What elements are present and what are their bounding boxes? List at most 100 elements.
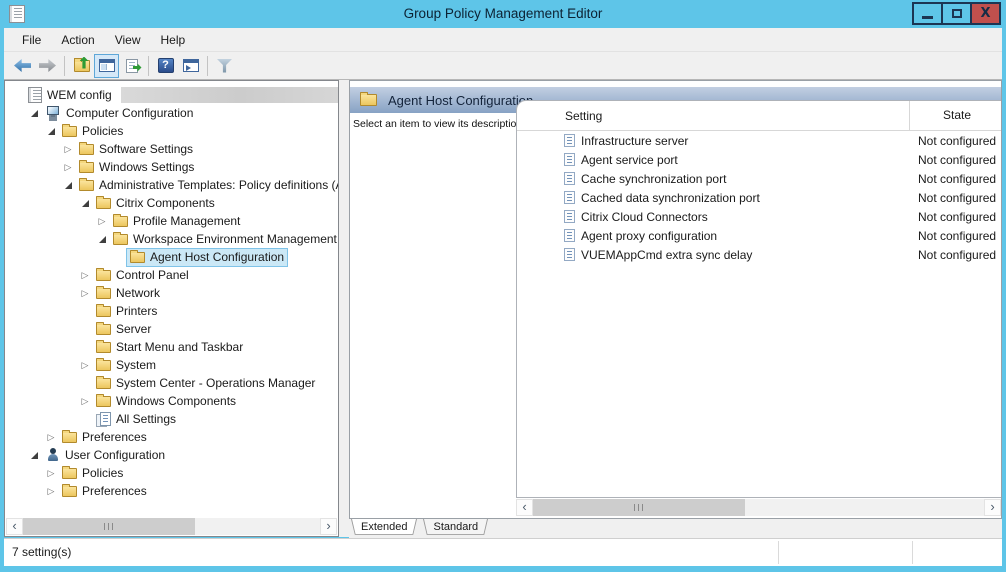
tree-item-control-panel[interactable]: ▷Control Panel bbox=[5, 266, 338, 284]
setting-name: Agent proxy configuration bbox=[581, 229, 717, 243]
expand-icon[interactable]: ▷ bbox=[43, 468, 59, 479]
collapse-icon[interactable] bbox=[94, 236, 110, 243]
status-divider bbox=[778, 541, 779, 564]
forward-button[interactable] bbox=[35, 54, 60, 78]
setting-name: Citrix Cloud Connectors bbox=[581, 210, 708, 224]
folder-icon bbox=[62, 126, 77, 137]
tree-item-network[interactable]: ▷ Network bbox=[5, 284, 338, 302]
tree-item-wem-config[interactable]: WEM config bbox=[5, 86, 338, 104]
tree-item-printers[interactable]: Printers bbox=[5, 302, 338, 320]
expand-icon[interactable]: ▷ bbox=[60, 162, 76, 173]
collapse-icon[interactable] bbox=[43, 128, 59, 135]
menu-view[interactable]: View bbox=[105, 33, 151, 47]
title-bar[interactable]: Group Policy Management Editor X bbox=[0, 0, 1006, 28]
setting-row[interactable]: Agent proxy configurationNot configured bbox=[517, 226, 1002, 245]
show-action-pane-button[interactable] bbox=[178, 54, 203, 78]
expand-icon[interactable]: ▷ bbox=[60, 144, 76, 155]
tree-item-administrative-templates-policy-definitions-ad[interactable]: Administrative Templates: Policy definit… bbox=[5, 176, 338, 194]
tree-item-workspace-environment-management[interactable]: Workspace Environment Management bbox=[5, 230, 338, 248]
window-controls: X bbox=[912, 2, 1001, 25]
tree-item-content: System Center - Operations Manager bbox=[93, 375, 318, 392]
setting-row[interactable]: Infrastructure serverNot configured bbox=[517, 131, 1002, 150]
scroll-right-button[interactable]: › bbox=[984, 499, 1001, 516]
list-horizontal-scrollbar[interactable]: ‹ › bbox=[516, 499, 1001, 516]
collapse-icon[interactable] bbox=[77, 200, 93, 207]
tree-item-label: Printers bbox=[116, 304, 157, 318]
tree-item-start-menu-and-taskbar[interactable]: Start Menu and Taskbar bbox=[5, 338, 338, 356]
tree-item-software-settings[interactable]: ▷Software Settings bbox=[5, 140, 338, 158]
tree-item-profile-management[interactable]: ▷Profile Management bbox=[5, 212, 338, 230]
setting-icon bbox=[564, 229, 575, 242]
filter-icon bbox=[217, 59, 233, 73]
expand-icon[interactable]: ▷ bbox=[43, 486, 59, 497]
scroll-thumb[interactable] bbox=[533, 499, 745, 516]
scroll-track[interactable] bbox=[533, 499, 984, 516]
expand-icon[interactable]: ▷ bbox=[94, 216, 110, 227]
close-button[interactable]: X bbox=[970, 2, 1001, 25]
redacted-area bbox=[121, 87, 338, 103]
menu-file[interactable]: File bbox=[12, 33, 51, 47]
setting-row[interactable]: Citrix Cloud Connectors Not configured bbox=[517, 207, 1002, 226]
back-button[interactable] bbox=[10, 54, 35, 78]
scroll-left-button[interactable]: ‹ bbox=[516, 499, 533, 516]
expand-icon[interactable]: ▷ bbox=[77, 270, 93, 281]
tree-item-system[interactable]: ▷System bbox=[5, 356, 338, 374]
export-list-button[interactable] bbox=[119, 54, 144, 78]
expand-icon[interactable]: ▷ bbox=[77, 360, 93, 371]
tab-standard[interactable]: Standard bbox=[423, 519, 488, 537]
menu-action[interactable]: Action bbox=[51, 33, 104, 47]
scroll-track[interactable] bbox=[23, 518, 320, 535]
show-console-tree-button[interactable] bbox=[94, 54, 119, 78]
up-one-level-icon bbox=[74, 60, 90, 72]
tree-item-windows-settings[interactable]: ▷ Windows Settings bbox=[5, 158, 338, 176]
scroll-thumb[interactable] bbox=[23, 518, 195, 535]
folder-icon bbox=[96, 270, 111, 281]
minimize-button[interactable] bbox=[912, 2, 943, 25]
column-header-state[interactable]: State bbox=[909, 101, 1002, 130]
expand-icon[interactable]: ▷ bbox=[77, 288, 93, 299]
menu-help[interactable]: Help bbox=[151, 33, 196, 47]
folder-icon bbox=[360, 94, 377, 106]
tree-item-content: Start Menu and Taskbar bbox=[93, 339, 246, 356]
filter-button[interactable] bbox=[212, 54, 237, 78]
tree-item-windows-components[interactable]: ▷Windows Components bbox=[5, 392, 338, 410]
tab-extended[interactable]: Extended bbox=[351, 519, 417, 537]
tree-item-computer-configuration[interactable]: Computer Configuration bbox=[5, 104, 338, 122]
setting-row[interactable]: Cache synchronization portNot configured bbox=[517, 169, 1002, 188]
tree-horizontal-scrollbar[interactable]: ‹ › bbox=[6, 518, 337, 535]
setting-row[interactable]: VUEMAppCmd extra sync delayNot configure… bbox=[517, 245, 1002, 264]
folder-icon bbox=[62, 468, 77, 479]
scroll-left-button[interactable]: ‹ bbox=[6, 518, 23, 535]
setting-row[interactable]: Agent service portNot configured bbox=[517, 150, 1002, 169]
panel-splitter[interactable] bbox=[339, 80, 349, 537]
tree-item-policies[interactable]: Policies bbox=[5, 122, 338, 140]
expand-icon[interactable]: ▷ bbox=[77, 396, 93, 407]
description-text: Select an item to view its description. bbox=[353, 118, 525, 130]
expand-icon[interactable]: ▷ bbox=[43, 432, 59, 443]
setting-row[interactable]: Cached data synchronization portNot conf… bbox=[517, 188, 1002, 207]
column-header-setting[interactable]: Setting bbox=[517, 109, 909, 123]
collapse-icon[interactable] bbox=[60, 182, 76, 189]
tree-item-content: Computer Configuration bbox=[42, 105, 196, 122]
help-button[interactable] bbox=[153, 54, 178, 78]
tree-item-preferences[interactable]: ▷Preferences bbox=[5, 482, 338, 500]
tree-item-citrix-components[interactable]: Citrix Components bbox=[5, 194, 338, 212]
tree-item-all-settings[interactable]: All Settings bbox=[5, 410, 338, 428]
tree-item-system-center-operations-manager[interactable]: System Center - Operations Manager bbox=[5, 374, 338, 392]
tree-item-preferences[interactable]: ▷Preferences bbox=[5, 428, 338, 446]
tree-item-policies[interactable]: ▷Policies bbox=[5, 464, 338, 482]
scroll-right-button[interactable]: › bbox=[320, 518, 337, 535]
tree-item-label: Windows Settings bbox=[99, 160, 194, 174]
tree-item-agent-host-configuration[interactable]: Agent Host Configuration bbox=[5, 248, 338, 266]
allsettings-icon bbox=[96, 412, 111, 427]
maximize-button[interactable] bbox=[941, 2, 972, 25]
setting-state: Not configured bbox=[909, 210, 1002, 224]
tree-item-server[interactable]: Server bbox=[5, 320, 338, 338]
window-title: Group Policy Management Editor bbox=[0, 0, 1006, 28]
tree-item-label: Network bbox=[116, 286, 160, 300]
tree-item-label: User Configuration bbox=[65, 448, 165, 462]
up-one-level-button[interactable] bbox=[69, 54, 94, 78]
collapse-icon[interactable] bbox=[26, 110, 42, 117]
collapse-icon[interactable] bbox=[26, 452, 42, 459]
tree-item-user-configuration[interactable]: User Configuration bbox=[5, 446, 338, 464]
